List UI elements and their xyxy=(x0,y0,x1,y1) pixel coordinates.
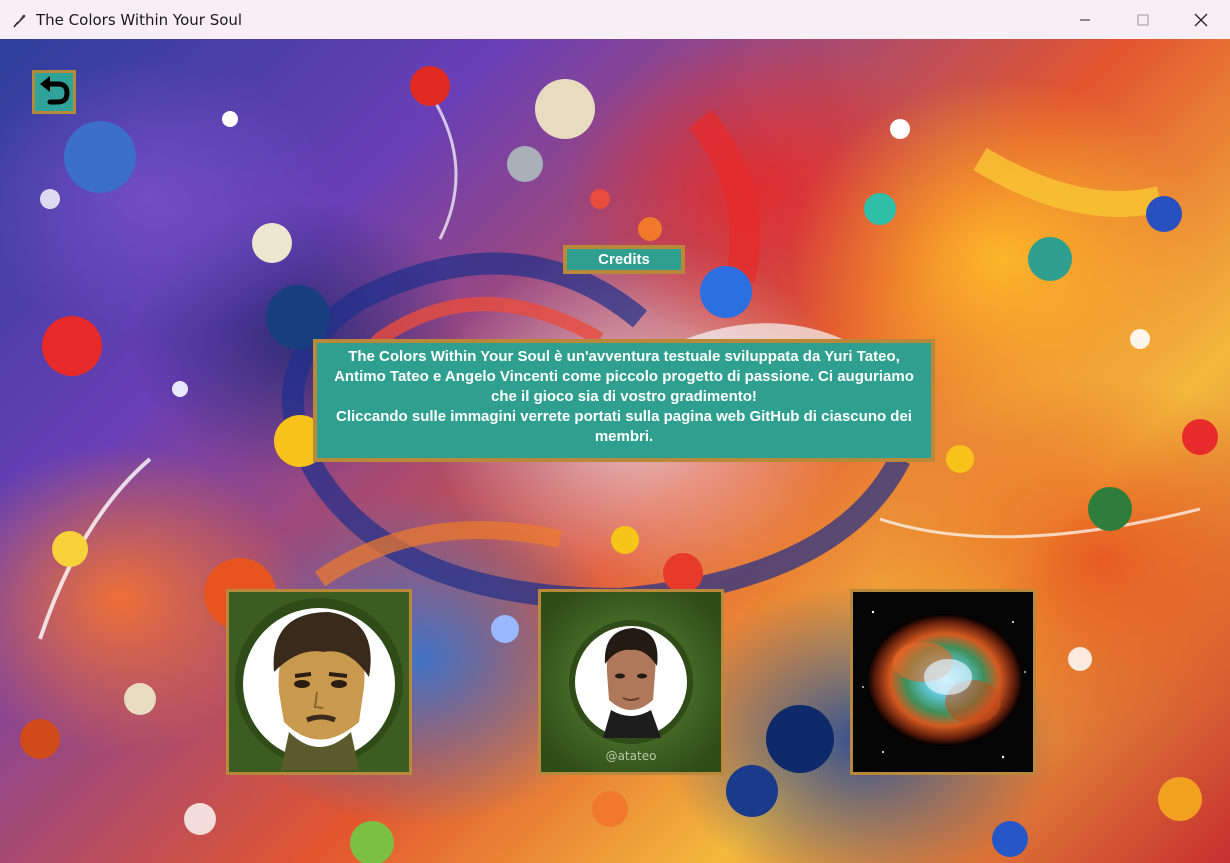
credits-screen: Credits The Colors Within Your Soul è un… xyxy=(0,39,1230,863)
credits-heading: Credits xyxy=(563,245,685,274)
credits-paragraph-2: Cliccando sulle immagini verrete portati… xyxy=(336,408,912,445)
title-bar[interactable]: The Colors Within Your Soul xyxy=(0,0,1230,39)
credits-paragraph-1: The Colors Within Your Soul è un'avventu… xyxy=(334,348,914,405)
window-title: The Colors Within Your Soul xyxy=(36,10,243,29)
feather-icon xyxy=(12,12,28,28)
maximize-icon xyxy=(1137,14,1149,25)
close-icon xyxy=(1194,13,1208,26)
credits-description: The Colors Within Your Soul è un'avventu… xyxy=(313,339,935,462)
avatar-cartoon-man-icon xyxy=(229,592,409,772)
member-antimo-github-link[interactable]: @atateo xyxy=(538,589,724,775)
close-button[interactable] xyxy=(1172,0,1230,39)
minimize-icon xyxy=(1080,19,1090,20)
window-controls xyxy=(1056,0,1230,39)
avatar-portrait-man-icon xyxy=(541,592,721,772)
member-handle: @atateo xyxy=(605,749,657,763)
member-angelo-github-link[interactable] xyxy=(850,589,1036,775)
minimize-button[interactable] xyxy=(1056,0,1114,39)
back-button[interactable] xyxy=(32,70,76,114)
nebula-image-icon xyxy=(853,592,1033,772)
undo-arrow-icon xyxy=(40,76,70,105)
app-window: The Colors Within Your Soul Credits The … xyxy=(0,0,1230,863)
member-yuri-github-link[interactable] xyxy=(226,589,412,775)
maximize-button[interactable] xyxy=(1114,0,1172,39)
